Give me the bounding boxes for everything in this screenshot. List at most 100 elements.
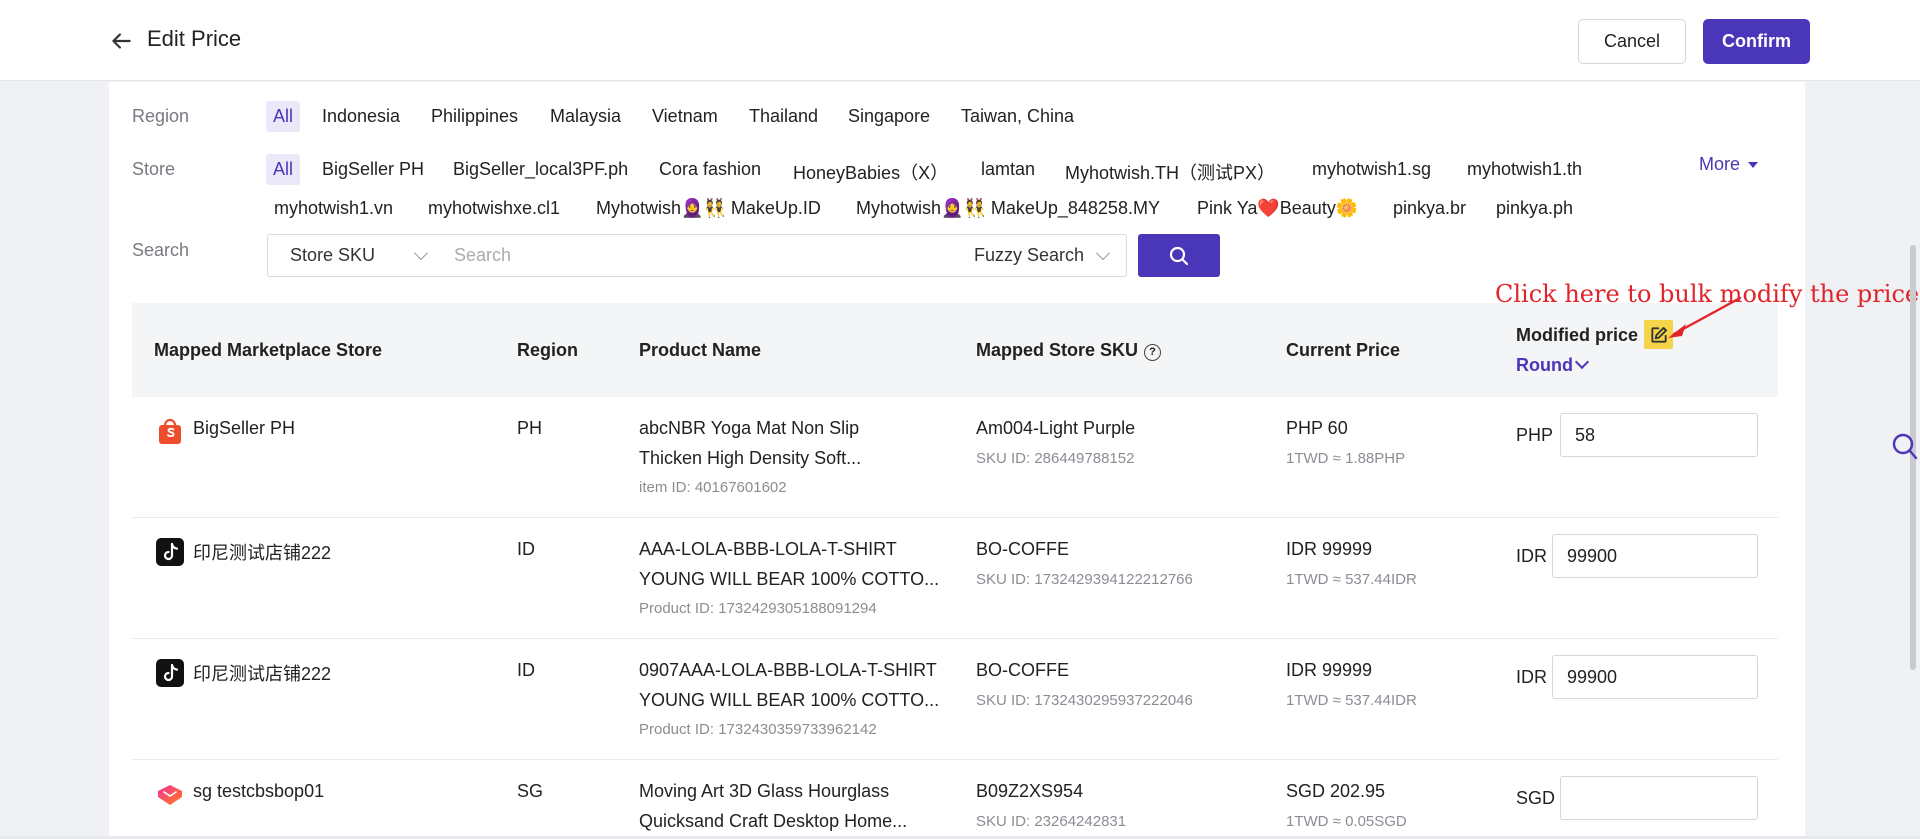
store-sku: BO-COFFE — [976, 539, 1069, 559]
region-value: ID — [517, 660, 535, 680]
exchange-rate: 1TWD ≈ 0.05SGD — [1286, 813, 1407, 830]
column-header-modified-price: Modified price — [1516, 325, 1639, 345]
more-label: More — [1699, 154, 1741, 174]
store-chip[interactable]: Myhotwish🧕👯 MakeUp_848258.MY — [856, 198, 1160, 219]
top-bar: Edit Price Cancel Confirm — [0, 0, 1920, 81]
store-chip[interactable]: myhotwishxe.cl1 — [428, 198, 560, 219]
currency-label: SGD — [1516, 788, 1556, 808]
modified-price-input[interactable] — [1560, 776, 1758, 820]
store-chip[interactable]: myhotwish1.sg — [1312, 159, 1431, 180]
modified-price-input[interactable] — [1552, 534, 1758, 578]
current-price: IDR 99999 — [1286, 660, 1373, 680]
currency-label: IDR — [1516, 546, 1547, 566]
search-button[interactable] — [1138, 234, 1220, 277]
chevron-down-icon — [1095, 245, 1111, 261]
region-value: SG — [517, 781, 544, 801]
current-price: IDR 99999 — [1286, 539, 1373, 559]
caret-down-icon — [1748, 162, 1759, 169]
search-type-select[interactable]: Store SKU — [267, 234, 441, 277]
sku-id: SKU ID: 1732430295937222046 — [976, 692, 1193, 709]
product-id: item ID: 40167601602 — [639, 479, 787, 496]
column-header-store: Mapped Marketplace Store — [154, 340, 383, 360]
more-stores-toggle[interactable]: More — [1699, 154, 1759, 175]
column-header-region: Region — [517, 340, 578, 360]
search-input[interactable] — [440, 234, 953, 277]
currency-label: IDR — [1516, 667, 1547, 687]
store-chip[interactable]: myhotwish1.vn — [274, 198, 393, 219]
store-name: 印尼测试店铺222 — [193, 664, 332, 684]
region-chip-thailand[interactable]: Thailand — [749, 106, 818, 127]
product-name-line2: Quicksand Craft Desktop Home... — [639, 811, 908, 831]
help-icon[interactable]: ? — [1144, 344, 1162, 361]
sku-id: SKU ID: 1732429394122212766 — [976, 571, 1193, 588]
store-chip[interactable]: pinkya.ph — [1496, 198, 1573, 219]
chevron-down-icon — [413, 245, 429, 261]
tiktok-store-icon — [156, 538, 184, 566]
column-header-sku-label: Mapped Store SKU — [976, 340, 1139, 360]
region-chip-all[interactable]: All — [266, 101, 301, 132]
product-name-line2: Thicken High Density Soft... — [639, 448, 862, 468]
floating-search-icon[interactable] — [1888, 430, 1918, 464]
store-chip-all[interactable]: All — [266, 154, 301, 185]
product-name-line2: YOUNG WILL BEAR 100% COTTO... — [639, 690, 940, 710]
table-row: sg testcbsbop01 SG Moving Art 3D Glass H… — [132, 760, 1778, 836]
exchange-rate: 1TWD ≈ 537.44IDR — [1286, 571, 1417, 588]
search-type-value: Store SKU — [290, 245, 376, 265]
store-name: BigSeller PH — [193, 418, 296, 438]
currency-label: PHP — [1516, 425, 1554, 445]
sku-id: SKU ID: 286449788152 — [976, 450, 1135, 467]
product-name-line1: 0907AAA-LOLA-BBB-LOLA-T-SHIRT — [639, 660, 937, 680]
store-chip[interactable]: pinkya.br — [1393, 198, 1466, 219]
store-chip[interactable]: lamtan — [981, 159, 1035, 180]
store-chip[interactable]: BigSeller_local3PF.ph — [453, 159, 628, 180]
store-filter-label: Store — [132, 159, 176, 179]
product-id: Product ID: 1732430359733962142 — [639, 721, 877, 738]
store-sku: B09Z2XS954 — [976, 781, 1084, 801]
round-dropdown[interactable]: Round — [1516, 354, 1590, 376]
annotation-arrow-icon — [1668, 296, 1742, 338]
store-chip[interactable]: Myhotwish🧕👯 MakeUp.ID — [596, 198, 821, 219]
store-sku: BO-COFFE — [976, 660, 1069, 680]
region-chip-indonesia[interactable]: Indonesia — [322, 106, 400, 127]
region-chip-philippines[interactable]: Philippines — [431, 106, 518, 127]
sku-id: SKU ID: 23264242831 — [976, 813, 1127, 830]
modified-price-input[interactable] — [1552, 655, 1758, 699]
lazada-store-icon — [158, 785, 182, 805]
product-name-line2: YOUNG WILL BEAR 100% COTTO... — [639, 569, 940, 589]
region-chip-vietnam[interactable]: Vietnam — [652, 106, 718, 127]
store-chip[interactable]: HoneyBabies（X） — [793, 159, 948, 185]
store-name: sg testcbsbop01 — [193, 781, 325, 801]
search-mode-select[interactable]: Fuzzy Search — [952, 234, 1127, 277]
exchange-rate: 1TWD ≈ 1.88PHP — [1286, 450, 1406, 467]
exchange-rate: 1TWD ≈ 537.44IDR — [1286, 692, 1417, 709]
search-icon — [1169, 246, 1189, 265]
store-chip[interactable]: BigSeller PH — [322, 159, 424, 180]
column-header-product: Product Name — [639, 340, 762, 360]
confirm-button[interactable]: Confirm — [1703, 19, 1810, 64]
store-chip[interactable]: Cora fashion — [659, 159, 761, 180]
arrow-left-icon[interactable] — [108, 28, 134, 54]
region-chip-taiwan-china[interactable]: Taiwan, China — [961, 106, 1074, 127]
modified-price-input[interactable] — [1560, 413, 1758, 457]
tiktok-store-icon — [156, 659, 184, 687]
store-name: 印尼测试店铺222 — [193, 543, 332, 563]
round-label: Round — [1516, 355, 1573, 375]
current-price: PHP 60 — [1286, 418, 1348, 438]
column-header-current-price: Current Price — [1286, 340, 1401, 360]
store-chip[interactable]: myhotwish1.th — [1467, 159, 1582, 180]
product-name-line1: Moving Art 3D Glass Hourglass — [639, 781, 890, 801]
store-chip[interactable]: Pink Ya❤️Beauty🌼 — [1197, 198, 1358, 219]
region-chip-malaysia[interactable]: Malaysia — [550, 106, 621, 127]
column-header-sku: Mapped Store SKU? — [976, 340, 1162, 361]
store-sku: Am004-Light Purple — [976, 418, 1136, 438]
cancel-button[interactable]: Cancel — [1578, 19, 1686, 64]
search-mode-value: Fuzzy Search — [974, 245, 1085, 265]
table-header: Mapped Marketplace Store Region Product … — [132, 303, 1778, 397]
search-filter-label: Search — [132, 240, 190, 260]
table-row: 印尼测试店铺222 ID 0907AAA-LOLA-BBB-LOLA-T-SHI… — [132, 639, 1778, 760]
product-id: Product ID: 1732429305188091294 — [639, 600, 877, 617]
store-chip[interactable]: Myhotwish.TH（测试PX） — [1065, 159, 1275, 185]
region-value: PH — [517, 418, 543, 438]
region-chip-singapore[interactable]: Singapore — [848, 106, 930, 127]
current-price: SGD 202.95 — [1286, 781, 1386, 801]
